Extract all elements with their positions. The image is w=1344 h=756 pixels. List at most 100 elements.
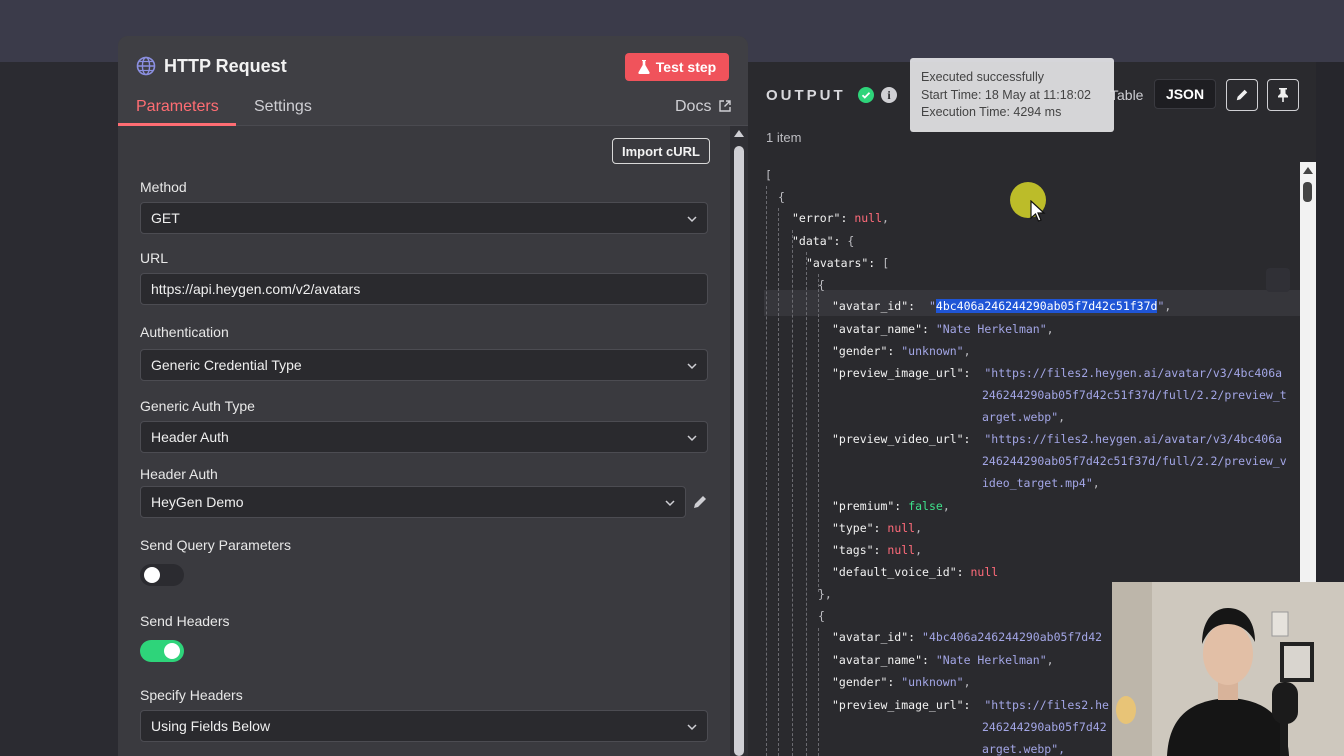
json-string: "unknown" [901,675,964,689]
method-label: Method [140,179,187,195]
json-key: "tags": [832,543,881,557]
json-brace: }, [818,587,832,601]
json-line-gender-2: "gender": "unknown", [832,675,971,689]
chevron-down-icon [665,500,675,507]
edit-credential-pencil-icon[interactable] [692,494,708,510]
tooltip-execution-time: Execution Time: 4294 ms [921,105,1062,119]
generic-auth-type-select[interactable]: Header Auth [140,421,708,453]
output-title: OUTPUT [766,87,846,104]
json-brace: { [778,190,785,204]
globe-icon [136,56,156,76]
test-step-button[interactable]: Test step [625,53,729,81]
table-view-tab[interactable]: Table [1110,87,1143,103]
indent-guide [818,274,819,592]
json-key: "gender": [832,675,895,689]
webcam-overlay [1112,582,1344,756]
json-line-avatar-name-2: "avatar_name": "Nate Herkelman", [832,653,1054,667]
specify-headers-select[interactable]: Using Fields Below [140,710,708,742]
chevron-down-icon [687,216,697,223]
json-key: "error": [792,211,848,225]
pin-data-button[interactable] [1267,79,1299,111]
json-key: "default_voice_id": [832,565,964,579]
tab-parameters[interactable]: Parameters [136,98,219,116]
generic-auth-type-label: Generic Auth Type [140,398,255,414]
authentication-value: Generic Credential Type [151,357,302,373]
json-key: "avatar_name": [832,653,929,667]
docs-link[interactable]: Docs [675,98,731,116]
url-label: URL [140,250,169,266]
json-string: "https://files2.heygen.ai/avatar/v3/4bc4… [984,366,1283,380]
json-brace: { [818,278,825,292]
scroll-up-arrow-icon[interactable] [734,130,744,137]
json-string: "4bc406a246244290ab05f7d42 [922,630,1103,644]
header-auth-label: Header Auth [140,466,218,482]
info-icon[interactable]: i [881,87,897,103]
send-query-parameters-toggle[interactable] [140,564,184,586]
json-string-selected: "4bc406a246244290ab05f7d42c51f37d" [928,299,1165,313]
json-key: "type": [832,521,881,535]
json-string: "Nate Herkelman" [935,653,1047,667]
json-line-avatar-id[interactable]: "avatar_id": "4bc406a246244290ab05f7d42c… [832,299,1171,313]
json-key: "avatar_id": [832,299,916,313]
json-line-preview-image-2: "preview_image_url": "https://files2.he [832,698,1109,712]
chevron-down-icon [687,724,697,731]
send-headers-label: Send Headers [140,613,230,629]
send-headers-toggle[interactable] [140,640,184,662]
json-line-avatar-name: "avatar_name": "Nate Herkelman", [832,322,1054,336]
json-string-continued: 246244290ab05f7d42c51f37d/full/2.2/previ… [982,388,1287,402]
import-curl-button[interactable]: Import cURL [612,138,710,164]
json-key: "preview_image_url": [832,366,971,380]
node-header: HTTP Request Test step Parameters Settin… [118,36,748,126]
scroll-up-arrow-icon[interactable] [1303,167,1313,174]
json-key: "preview_image_url": [832,698,971,712]
json-line-default-voice: "default_voice_id": null [832,565,998,579]
parameters-scrollbar[interactable] [730,126,748,756]
authentication-select[interactable]: Generic Credential Type [140,349,708,381]
execution-info-tooltip: Executed successfully Start Time: 18 May… [910,58,1114,132]
scrollbar-thumb[interactable] [734,146,744,756]
indent-guide [792,230,793,756]
chevron-down-icon [687,435,697,442]
tooltip-start-time: Start Time: 18 May at 11:18:02 [921,87,1091,102]
method-select[interactable]: GET [140,202,708,234]
json-null: null [854,211,883,225]
json-string-continued: 246244290ab05f7d42 [982,720,1107,734]
json-line-preview-image: "preview_image_url": "https://files2.hey… [832,366,1282,380]
item-count: 1 item [766,130,802,145]
presenter-video [1112,582,1344,756]
scrollbar-thumb[interactable] [1303,182,1312,202]
header-auth-select[interactable]: HeyGen Demo [140,486,686,518]
json-view-tab[interactable]: JSON [1154,79,1216,109]
indent-guide [806,252,807,756]
flask-icon [638,60,650,74]
pin-icon [1278,88,1288,102]
json-string-continued: arget.webp", [982,410,1066,424]
parameters-form: Import cURL Method GET URL https://api.h… [118,126,748,756]
json-line-error: "error": null, [792,211,889,225]
url-value: https://api.heygen.com/v2/avatars [151,281,361,297]
json-string-continued: 246244290ab05f7d42c51f37d/full/2.2/previ… [982,454,1287,468]
url-input[interactable]: https://api.heygen.com/v2/avatars [140,273,708,305]
json-string: "https://files2.heygen.ai/avatar/v3/4bc4… [984,432,1283,446]
json-key: "data": [792,234,841,248]
json-key: "avatar_name": [832,322,929,336]
tab-settings[interactable]: Settings [254,98,312,116]
json-null: null [887,543,916,557]
json-null: null [887,521,916,535]
json-string: "unknown" [901,344,964,358]
canvas-background [0,62,118,756]
edit-output-button[interactable] [1226,79,1258,111]
specify-headers-value: Using Fields Below [151,718,271,734]
toggle-knob [164,643,180,659]
copy-icon[interactable] [1266,268,1290,292]
json-string: "https://files2.he [984,698,1109,712]
node-parameters-panel: HTTP Request Test step Parameters Settin… [118,36,748,756]
json-key: "avatars": [806,256,876,270]
json-key: "premium": [832,499,902,513]
json-line-tags: "tags": null, [832,543,923,557]
json-line-type: "type": null, [832,521,923,535]
json-line-preview-video: "preview_video_url": "https://files2.hey… [832,432,1282,446]
generic-auth-type-value: Header Auth [151,429,229,445]
json-string-continued: arget.webp", [982,742,1066,756]
toggle-knob [144,567,160,583]
